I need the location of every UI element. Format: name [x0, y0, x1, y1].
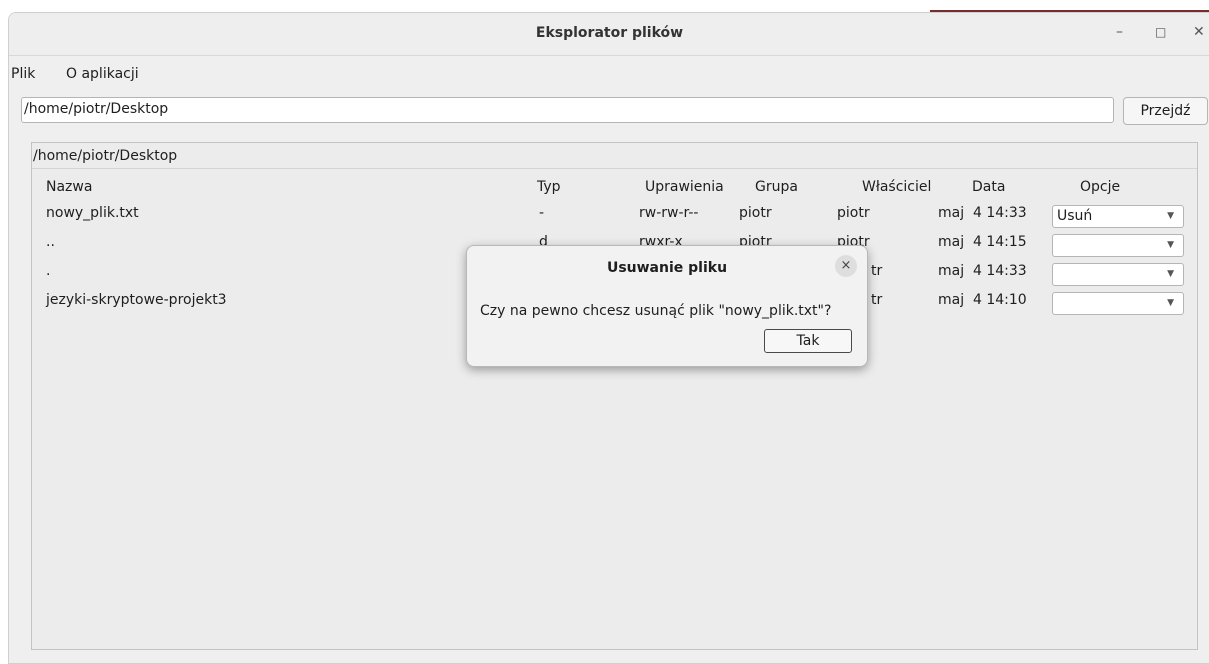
menu-plik[interactable]: Plik: [11, 66, 35, 82]
dialog-message: Czy na pewno chcesz usunąć plik "nowy_pl…: [480, 303, 832, 319]
chevron-down-icon: ▼: [1167, 298, 1174, 308]
row-options-select[interactable]: ▼: [1052, 263, 1184, 286]
row-name: jezyki-skryptowe-projekt3: [46, 292, 227, 308]
confirm-button[interactable]: Tak: [764, 329, 852, 353]
row-type: -: [539, 205, 545, 221]
minimize-icon[interactable]: –: [1116, 24, 1123, 40]
group-title: /home/piotr/Desktop: [33, 148, 178, 164]
header-name: Nazwa: [46, 179, 93, 195]
menu-bar: Plik O aplikacji: [9, 56, 1209, 88]
chevron-down-icon: ▼: [1167, 240, 1174, 250]
header-permissions: Uprawienia: [645, 179, 724, 195]
title-bar: Eksplorator plików – □ ✕: [9, 13, 1209, 56]
header-group: Grupa: [755, 179, 798, 195]
row-date: 4 14:33: [973, 263, 1027, 279]
header-options: Opcje: [1080, 179, 1121, 195]
dialog-title: Usuwanie pliku: [606, 260, 728, 276]
row-options-select[interactable]: ▼: [1052, 292, 1184, 315]
path-input[interactable]: /home/piotr/Desktop: [21, 97, 1114, 123]
row-name: nowy_plik.txt: [46, 205, 139, 221]
row-permissions: rw-rw-r--: [639, 205, 699, 221]
maximize-icon[interactable]: □: [1155, 25, 1166, 39]
row-group: piotr: [739, 205, 772, 221]
menu-o-aplikacji[interactable]: O aplikacji: [66, 66, 139, 82]
chevron-down-icon: ▼: [1167, 211, 1174, 221]
file-list-group: /home/piotr/Desktop Nazwa Typ Uprawienia…: [31, 142, 1198, 650]
row-date: 4 14:10: [973, 292, 1027, 308]
row-name: ..: [46, 234, 55, 250]
row-month: maj: [938, 292, 965, 308]
row-date: 4 14:33: [973, 205, 1027, 221]
header-type: Typ: [537, 179, 561, 195]
row-month: maj: [938, 234, 965, 250]
close-icon[interactable]: ×: [835, 255, 857, 277]
row-owner: tr: [871, 292, 883, 308]
group-divider: [32, 168, 1197, 169]
row-owner: tr: [871, 263, 883, 279]
close-icon[interactable]: ✕: [1193, 24, 1205, 40]
row-name: .: [46, 263, 51, 279]
row-options-select[interactable]: Usuń ▼: [1052, 205, 1184, 228]
row-options-select[interactable]: ▼: [1052, 234, 1184, 257]
header-owner: Właściciel: [862, 179, 932, 195]
row-options-value: Usuń: [1057, 208, 1093, 224]
row-owner: piotr: [837, 205, 870, 221]
chevron-down-icon: ▼: [1167, 269, 1174, 279]
delete-confirm-dialog: Usuwanie pliku × Czy na pewno chcesz usu…: [466, 245, 868, 367]
header-date: Data: [972, 179, 1006, 195]
row-month: maj: [938, 263, 965, 279]
row-month: maj: [938, 205, 965, 221]
row-date: 4 14:15: [973, 234, 1027, 250]
window-title: Eksplorator plików: [535, 25, 684, 41]
go-button[interactable]: Przejdź: [1123, 97, 1208, 125]
